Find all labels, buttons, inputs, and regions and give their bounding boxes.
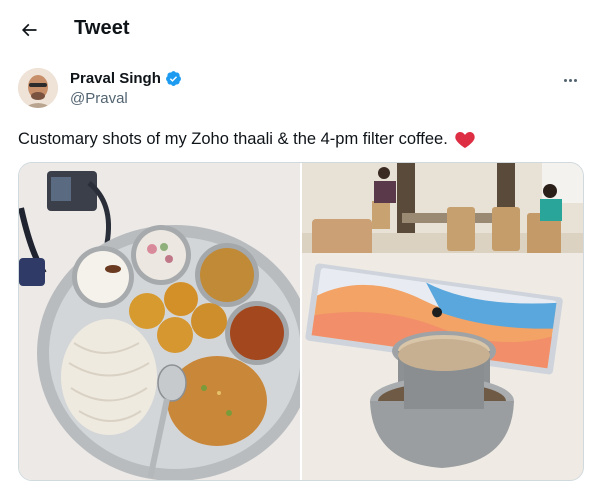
tweet-media: [18, 162, 584, 481]
avatar[interactable]: [18, 68, 58, 108]
author-name[interactable]: Praval Singh: [70, 70, 182, 87]
page-title: Tweet: [74, 17, 130, 39]
red-heart-icon: [455, 131, 475, 149]
tweet-text: Customary shots of my Zoho thaali & the …: [18, 128, 476, 150]
back-button[interactable]: [14, 15, 44, 45]
arrow-left-icon: [21, 23, 37, 37]
more-dots-icon: [563, 78, 577, 82]
verified-badge-icon: [165, 71, 181, 86]
filter-coffee-photo[interactable]: [302, 163, 583, 480]
tweet-text-content: Customary shots of my Zoho thaali & the …: [18, 130, 448, 148]
more-options-button[interactable]: [558, 70, 582, 90]
tweet-author: Praval Singh @Praval: [18, 68, 586, 110]
author-name-text: Praval Singh: [70, 70, 161, 87]
top-bar: Tweet: [0, 0, 600, 58]
author-handle[interactable]: @Praval: [70, 90, 128, 107]
thaali-photo[interactable]: [19, 163, 300, 480]
